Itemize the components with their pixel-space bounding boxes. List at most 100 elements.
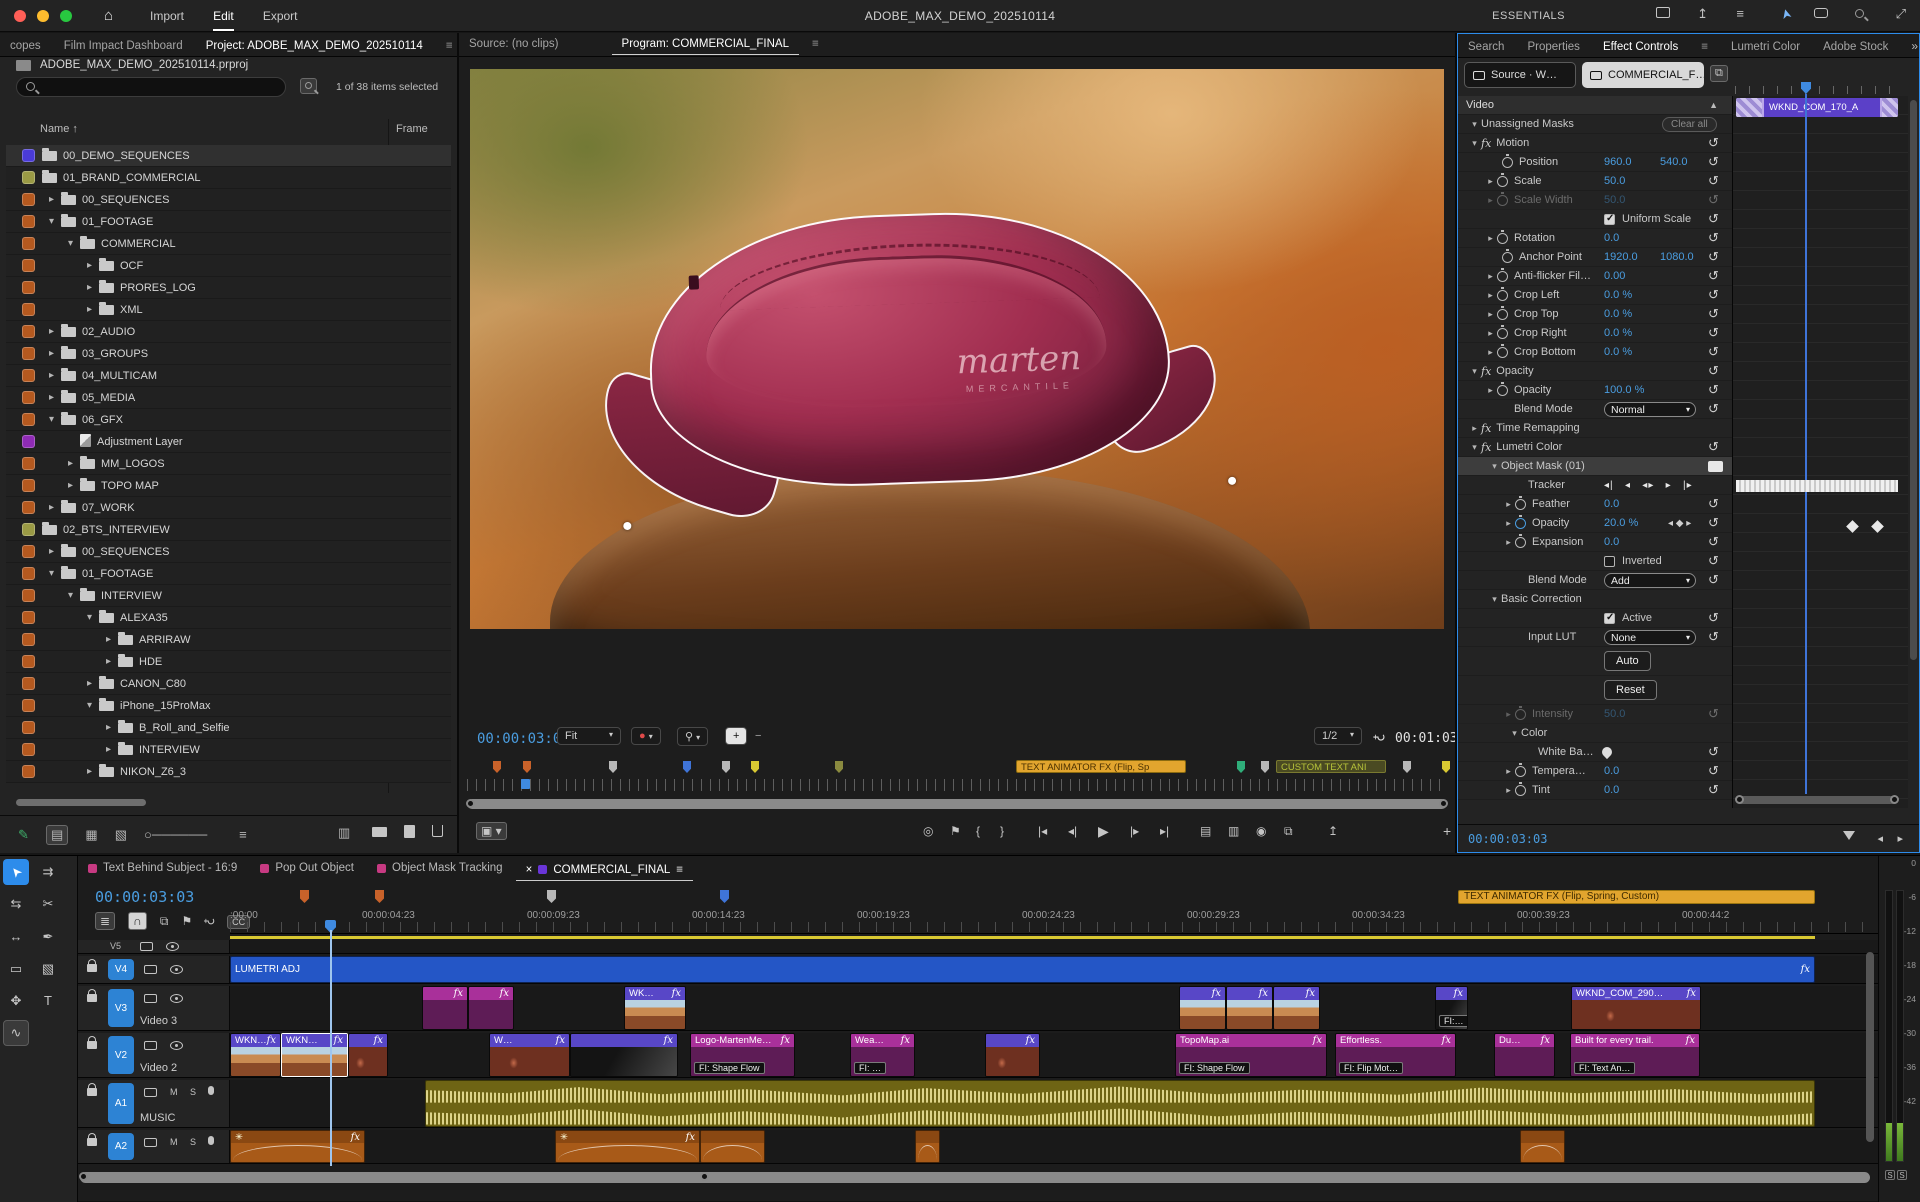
- remix-tool[interactable]: ∿: [3, 1020, 29, 1046]
- solo-button[interactable]: S: [190, 1087, 196, 1097]
- effect-row[interactable]: ▸ fx Tint 0.0 ▾ ↺: [1458, 781, 1732, 800]
- hamburger-menu-icon[interactable]: ≡: [1736, 6, 1744, 21]
- chevron-icon[interactable]: ▸: [1502, 766, 1515, 777]
- bin-row[interactable]: ▸ 02_AUDIO: [6, 321, 451, 343]
- tab-adobe-stock[interactable]: Adobe Stock: [1813, 36, 1898, 57]
- close-icon[interactable]: ×: [526, 864, 533, 876]
- bin-row[interactable]: ▸ CANON_C80: [6, 673, 451, 695]
- active-sequence-pill[interactable]: COMMERCIAL_F…: [1582, 62, 1704, 88]
- marker-span[interactable]: TEXT ANIMATOR FX (Flip, Spring, Custom): [1458, 890, 1815, 904]
- bin-label[interactable]: 03_GROUPS: [82, 348, 148, 360]
- parameter-label[interactable]: Blend Mode: [1514, 403, 1573, 415]
- expand-chevron-icon[interactable]: ▸: [45, 546, 58, 557]
- annotate-icon[interactable]: ◎: [923, 824, 933, 838]
- pencil-writable-icon[interactable]: ✎: [18, 827, 29, 843]
- go-to-out-icon[interactable]: ▸|: [1160, 824, 1169, 838]
- parameter-label[interactable]: Crop Right: [1514, 327, 1567, 339]
- parameter-value[interactable]: 0.00: [1604, 270, 1625, 282]
- share-icon[interactable]: ↥: [1697, 6, 1708, 22]
- program-timecode[interactable]: 00:00:03:03: [477, 731, 570, 747]
- lock-icon[interactable]: [87, 1041, 97, 1049]
- sequence-tab[interactable]: Object Mask Tracking: [367, 858, 513, 878]
- bin-row[interactable]: ▾ 01_FOOTAGE: [6, 211, 451, 233]
- tab-properties[interactable]: Properties: [1518, 36, 1590, 57]
- tab-overflow-icon[interactable]: »: [1901, 34, 1919, 57]
- bin-label[interactable]: HDE: [139, 656, 162, 668]
- parameter-value[interactable]: 0.0: [1604, 232, 1619, 244]
- video-clip[interactable]: WKND_COM_290…fx: [1571, 986, 1701, 1030]
- bin-up-icon[interactable]: [16, 60, 31, 71]
- parameter-label[interactable]: Time Remapping: [1496, 422, 1579, 434]
- reset-parameter-icon[interactable]: ↺: [1708, 536, 1719, 548]
- stopwatch-icon[interactable]: [1497, 328, 1508, 339]
- effect-row[interactable]: ▸ fx Crop Bottom 0.0 % ▾ ↺: [1458, 343, 1732, 362]
- export-frame-icon[interactable]: ◉: [1256, 824, 1266, 838]
- bin-label[interactable]: 00_SEQUENCES: [82, 194, 169, 206]
- parameter-value[interactable]: 0.0: [1604, 784, 1619, 796]
- parameter-label[interactable]: Uniform Scale: [1622, 213, 1691, 225]
- bin-row[interactable]: ▸ 00_DEMO_SEQUENCES: [6, 145, 451, 167]
- hand-tool[interactable]: ✥: [3, 988, 29, 1014]
- chevron-icon[interactable]: ▸: [1502, 537, 1515, 548]
- bin-label[interactable]: COMMERCIAL: [101, 238, 176, 250]
- sequence-tab-label[interactable]: Object Mask Tracking: [392, 862, 503, 874]
- audio-clip[interactable]: ✳fx: [230, 1130, 365, 1163]
- collapse-icon[interactable]: ▲: [1709, 100, 1718, 110]
- reset-parameter-icon[interactable]: ↺: [1708, 308, 1719, 320]
- reset-parameter-icon[interactable]: ↺: [1708, 746, 1719, 758]
- parameter-label[interactable]: Anti-flicker Fil…: [1514, 270, 1591, 282]
- label-color-chip[interactable]: [22, 303, 35, 316]
- effect-row[interactable]: ▸ fx Scale Width 50.0 ▾ ↺: [1458, 191, 1732, 210]
- extract-icon[interactable]: ▥: [1228, 824, 1239, 838]
- parameter-label[interactable]: Video: [1466, 99, 1494, 111]
- source-patch-icon[interactable]: [144, 1088, 157, 1097]
- lock-icon[interactable]: [87, 1088, 97, 1096]
- adjustment-clip[interactable]: LUMETRI ADJfx: [230, 956, 1815, 983]
- parameter-label[interactable]: Motion: [1496, 137, 1529, 149]
- track-visibility-icon[interactable]: [170, 994, 183, 1003]
- tab-film-impact-dashboard[interactable]: Film Impact Dashboard: [54, 35, 193, 56]
- work-area-bar[interactable]: [230, 936, 1815, 939]
- trash-icon[interactable]: [432, 825, 443, 837]
- video-clip[interactable]: fx: [1226, 986, 1273, 1030]
- expand-chevron-icon[interactable]: ▸: [45, 194, 58, 205]
- chevron-icon[interactable]: ▸: [1468, 423, 1481, 434]
- reset-parameter-icon[interactable]: ↺: [1708, 365, 1719, 377]
- reset-parameter-icon[interactable]: ↺: [1708, 175, 1719, 187]
- label-color-chip[interactable]: [22, 765, 35, 778]
- label-color-chip[interactable]: [22, 457, 35, 470]
- stopwatch-icon[interactable]: [1497, 195, 1508, 206]
- filter-funnel-icon[interactable]: [1843, 831, 1855, 846]
- monitor-view-settings-icon[interactable]: ▣ ▾: [476, 822, 507, 840]
- effect-row[interactable]: fx Anchor Point 1920.0 1080.0 ▾ ↺: [1458, 248, 1732, 267]
- video-clip[interactable]: WKN…fx: [281, 1033, 348, 1077]
- column-header-name[interactable]: Name ↑: [40, 123, 78, 135]
- parameter-label[interactable]: Lumetri Color: [1496, 441, 1562, 453]
- label-color-chip[interactable]: [22, 611, 35, 624]
- track-badge[interactable]: A1: [108, 1083, 134, 1124]
- program-video-frame[interactable]: marten MERCANTILE: [470, 69, 1444, 629]
- panel-menu-icon[interactable]: ≡: [802, 33, 829, 54]
- reset-parameter-icon[interactable]: ↺: [1708, 384, 1719, 396]
- bin-label[interactable]: ARRIRAW: [139, 634, 191, 646]
- parameter-label[interactable]: Inverted: [1622, 555, 1662, 567]
- panel-menu-icon[interactable]: ≡: [676, 864, 683, 876]
- parameter-value[interactable]: 0.0: [1604, 498, 1619, 510]
- timeline-horizontal-scrollbar[interactable]: [80, 1172, 1870, 1183]
- magnify-minus-button[interactable]: −: [755, 730, 761, 742]
- chevron-icon[interactable]: ▸: [1502, 709, 1515, 720]
- video-clip[interactable]: fx: [1273, 986, 1320, 1030]
- lane-clip-bar[interactable]: WKND_COM_170_A: [1736, 98, 1898, 117]
- zoom-level-dropdown[interactable]: Fit ▾: [557, 727, 621, 745]
- chevron-icon[interactable]: ▸: [1484, 347, 1497, 358]
- track-badge[interactable]: A2: [108, 1133, 134, 1160]
- video-clip[interactable]: fx: [985, 1033, 1040, 1077]
- monitor-scrollbar[interactable]: [467, 799, 1447, 809]
- label-color-chip[interactable]: [22, 743, 35, 756]
- effect-row[interactable]: ▾ fx Unassigned Masks ▾ Clear all ↺: [1458, 115, 1732, 134]
- solo-left-button[interactable]: S: [1885, 1170, 1895, 1180]
- parameter-label[interactable]: White Ba…: [1538, 746, 1594, 758]
- source-clip-pill[interactable]: Source · W…: [1464, 62, 1576, 88]
- solo-button[interactable]: S: [190, 1137, 196, 1147]
- effect-row[interactable]: ▸ fx Time Remapping ▾ ↺: [1458, 419, 1732, 438]
